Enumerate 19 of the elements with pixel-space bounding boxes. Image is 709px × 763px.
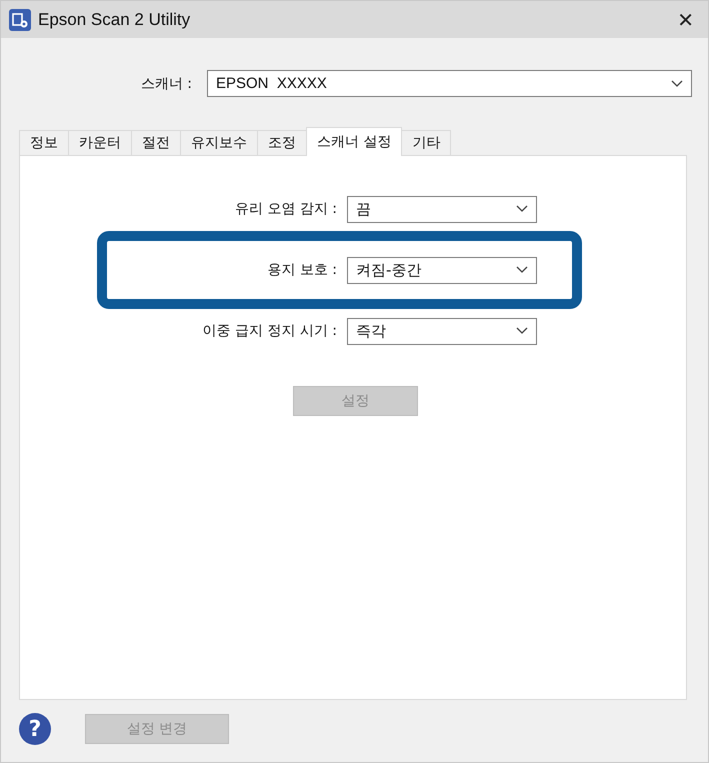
tab[interactable]: 정보: [19, 130, 69, 155]
window-title: Epson Scan 2 Utility: [38, 10, 192, 30]
setting-label: 이중 급지 정지 시기 :: [201, 322, 337, 340]
tab[interactable]: 스캐너 설정: [306, 127, 402, 156]
chevron-icon: [671, 80, 683, 88]
setting-label: 용지 보호 :: [266, 261, 337, 279]
chevron-icon: [516, 266, 528, 274]
setting-label: 유리 오염 감지 :: [234, 200, 337, 218]
chevron-icon: [516, 327, 528, 335]
close-button[interactable]: ✕: [671, 8, 700, 32]
scanner-label: 스캐너 :: [140, 74, 192, 92]
scanner-dropdown[interactable]: EPSON XXXXX: [207, 70, 692, 97]
tab[interactable]: 기타: [401, 130, 452, 155]
help-icon[interactable]: ?: [19, 713, 51, 745]
setting-dropdown[interactable]: 켜짐-중간: [347, 256, 537, 284]
setting-dropdown[interactable]: 즉각: [347, 318, 537, 344]
app-icon: [9, 8, 31, 30]
setting-dropdown[interactable]: 끔: [347, 196, 537, 222]
chevron-icon: [516, 205, 528, 213]
